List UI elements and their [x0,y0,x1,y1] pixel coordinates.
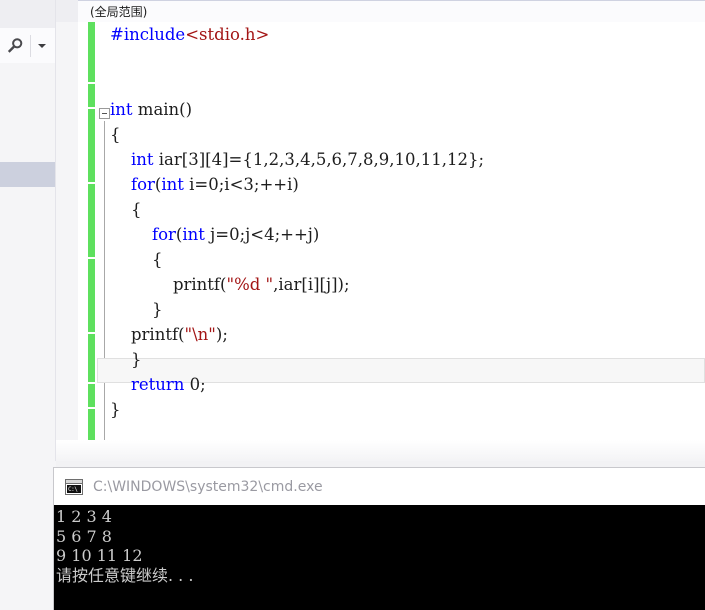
code-editor[interactable]: #include<stdio.h> int main() { int iar[3]… [78,22,705,460]
cmd-console-icon: C:\ [65,478,83,495]
console-titlebar[interactable]: C:\ C:\WINDOWS\system32\cmd.exe [54,468,705,505]
code-line: { [110,125,121,144]
code-line: } [110,400,121,419]
console-output-line: 请按任意键继续. . . [56,565,194,585]
scope-dropdown-label[interactable]: (全局范围) [90,6,147,18]
console-output: 1 2 3 45 6 7 89 10 11 12 请按任意键继续. . . [54,505,705,610]
fold-guide-line [104,121,105,454]
console-output-line: 1 2 3 4 [56,507,112,526]
code-line: return 0; [130,375,206,394]
cmd-console-icon-glyph: C:\ [67,484,81,493]
code-line: } [130,350,142,369]
code-line: { [130,200,142,219]
code-text[interactable]: #include<stdio.h> int main() { int iar[3]… [110,22,705,460]
collapse-minus-icon[interactable] [99,108,110,119]
code-line: int iar[3][4]={1,2,3,4,5,6,7,8,9,10,11,1… [130,150,485,169]
console-output-line: 9 10 11 12 [56,546,143,565]
console-output-line: 5 6 7 8 [56,526,112,546]
editor-gutter [78,22,110,460]
console-window[interactable]: C:\ C:\WINDOWS\system32\cmd.exe 1 2 3 45… [54,468,705,610]
quick-find-control[interactable] [0,28,55,63]
code-line: #include<stdio.h> [110,25,270,44]
left-strip-top-spacer [0,0,56,28]
ide-lower-left-background [0,461,56,610]
scope-navigation-bar[interactable]: (全局范围) [78,0,705,24]
code-line: printf("\n"); [130,325,228,344]
chevron-down-icon[interactable] [31,28,53,63]
code-line: { [151,250,163,269]
change-indicator-bar [88,22,95,460]
code-line: for(int j=0;j<4;++j) [151,225,320,244]
editor-left-margin [56,22,79,460]
console-title: C:\WINDOWS\system32\cmd.exe [93,478,323,495]
left-strip-selected-item[interactable] [0,162,55,187]
code-line: printf("%d ",iar[i][j]); [172,275,350,294]
editor-bottom-fade [56,440,705,462]
search-icon[interactable] [0,28,30,63]
code-line: for(int i=0;i<3;++i) [130,175,299,194]
code-line: } [151,300,163,319]
code-line: int main() [110,100,193,119]
ide-window: (全局范围) #include<stdio.h> int main() { int… [0,0,705,610]
